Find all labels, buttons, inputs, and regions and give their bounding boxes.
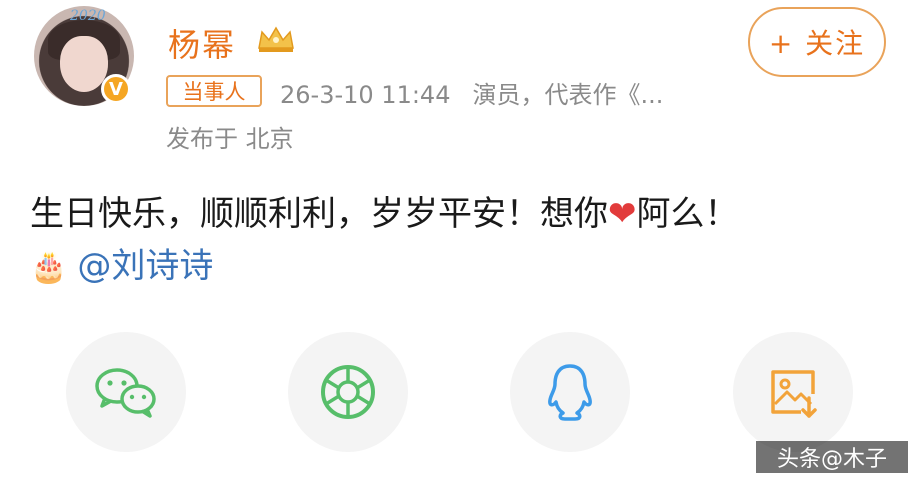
share-wechat-button[interactable]	[66, 332, 186, 452]
weibo-post-screen: 2020 V 杨幂 + 关注 当事人 26-3-10 11:44 演员，代表作《.…	[0, 0, 916, 482]
role-tag: 当事人	[166, 75, 262, 107]
heart-icon: ❤	[608, 194, 637, 234]
post-meta: 26-3-10 11:44 演员，代表作《...	[280, 75, 663, 110]
post-text: 生日快乐，顺顺利利，岁岁平安！想你❤阿么！	[30, 186, 739, 235]
member-crown-icon	[258, 26, 294, 52]
avatar-decoration-text: 2020	[70, 8, 106, 24]
share-save-image-button[interactable]	[733, 332, 853, 452]
author-bio: 演员，代表作《...	[472, 81, 664, 109]
post-text-end: 阿么！	[636, 194, 739, 234]
mention-line: 🎂 @刘诗诗	[30, 238, 213, 287]
author-name[interactable]: 杨幂	[168, 20, 236, 66]
wechat-icon	[95, 368, 156, 418]
post-text-main: 生日快乐，顺顺利利，岁岁平安！想你	[30, 194, 608, 234]
verified-badge-icon: V	[101, 74, 131, 104]
share-moments-button[interactable]	[288, 332, 408, 452]
mention-link[interactable]: @刘诗诗	[77, 246, 213, 286]
moments-icon	[321, 365, 375, 419]
save-image-icon	[771, 370, 817, 418]
cake-icon: 🎂	[30, 250, 68, 285]
qq-icon	[548, 364, 592, 421]
follow-button[interactable]: + 关注	[748, 7, 886, 77]
share-qq-button[interactable]	[510, 332, 630, 452]
post-time: 26-3-10 11:44	[280, 81, 451, 109]
watermark-label: 头条@木子	[756, 441, 908, 473]
post-location: 发布于 北京	[166, 125, 294, 153]
